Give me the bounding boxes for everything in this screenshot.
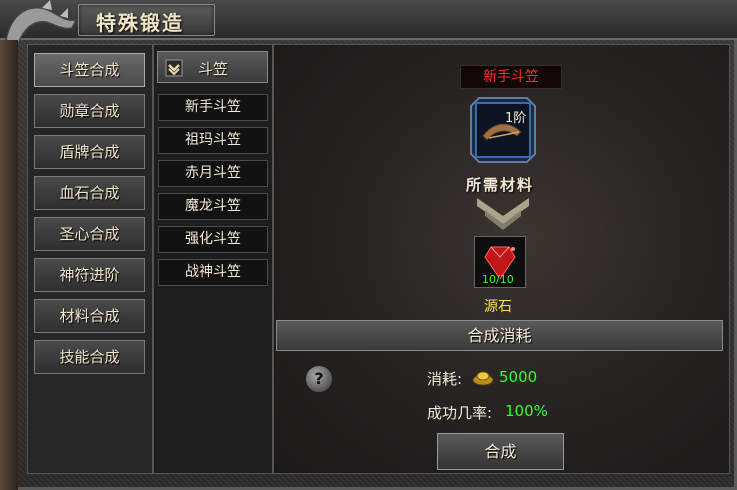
- category-button-shield[interactable]: 盾牌合成: [34, 135, 145, 169]
- subitem-header-label: 斗笠: [198, 60, 229, 78]
- category-button-skill[interactable]: 技能合成: [34, 340, 145, 374]
- item-tier-label: 1阶: [505, 111, 526, 126]
- subitem-header[interactable]: 斗笠: [157, 51, 268, 83]
- arrow-down-icon: [477, 198, 529, 230]
- material-count: 10/10: [482, 273, 514, 286]
- item-name: 新手斗笠: [460, 65, 562, 89]
- subitem-zuma-hat[interactable]: 祖玛斗笠: [158, 127, 268, 154]
- craft-button[interactable]: 合成: [437, 433, 564, 470]
- cost-value: 5000: [499, 368, 538, 386]
- subitem-molong-hat[interactable]: 魔龙斗笠: [158, 193, 268, 220]
- success-rate-label: 成功几率:: [427, 404, 493, 422]
- chevron-down-icon: [165, 59, 183, 77]
- category-button-hat[interactable]: 斗笠合成: [34, 53, 145, 87]
- category-button-holyheart[interactable]: 圣心合成: [34, 217, 145, 251]
- category-button-talisman[interactable]: 神符进阶: [34, 258, 145, 292]
- category-panel: 斗笠合成 勋章合成 盾牌合成 血石合成 圣心合成 神符进阶 材料合成 技能合成: [27, 44, 153, 474]
- success-rate-value: 100%: [505, 402, 548, 420]
- category-button-bloodstone[interactable]: 血石合成: [34, 176, 145, 210]
- help-button[interactable]: ?: [305, 365, 333, 393]
- cost-header-bar: 合成消耗: [276, 320, 723, 351]
- subitem-chiyue-hat[interactable]: 赤月斗笠: [158, 160, 268, 187]
- result-item-slot[interactable]: 1阶: [469, 96, 537, 164]
- category-button-medal[interactable]: 勋章合成: [34, 94, 145, 128]
- gold-ingot-icon: [472, 371, 494, 386]
- subitem-zhanshen-hat[interactable]: 战神斗笠: [158, 259, 268, 286]
- cost-label: 消耗:: [427, 370, 463, 388]
- hat-item-icon: 1阶: [470, 97, 536, 163]
- left-border-ornament: [0, 40, 18, 490]
- subitem-enhanced-hat[interactable]: 强化斗笠: [158, 226, 268, 253]
- subitem-panel: 斗笠 新手斗笠 祖玛斗笠 赤月斗笠 魔龙斗笠 强化斗笠 战神斗笠: [153, 44, 273, 474]
- subitem-novice-hat[interactable]: 新手斗笠: [158, 94, 268, 121]
- window-title: 特殊锻造: [96, 11, 184, 35]
- material-name: 源石: [484, 299, 512, 315]
- materials-label: 所需材料: [466, 176, 535, 194]
- category-button-material[interactable]: 材料合成: [34, 299, 145, 333]
